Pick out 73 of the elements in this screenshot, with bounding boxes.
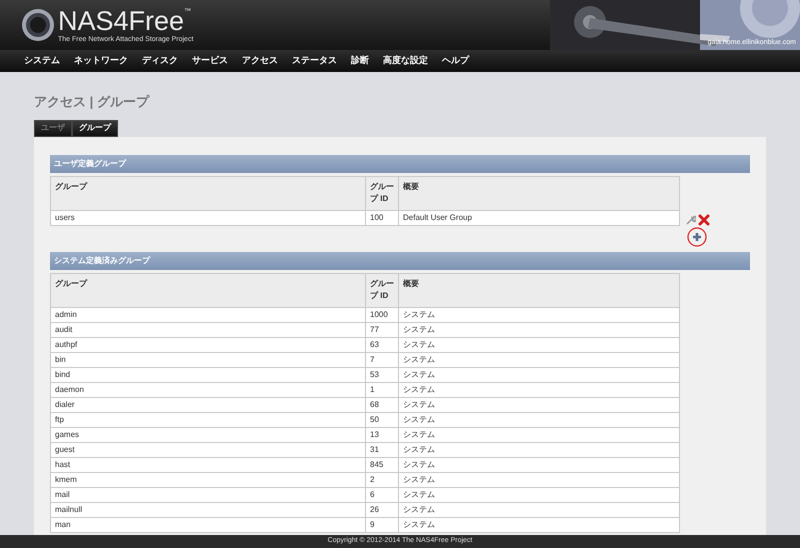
table-cell: 1000: [366, 307, 398, 322]
table-cell: dialer: [50, 397, 366, 412]
nav-item[interactable]: システム: [24, 54, 60, 68]
logo-icon: [20, 7, 56, 43]
table-cell: システム: [398, 412, 680, 427]
nav-item[interactable]: ヘルプ: [442, 54, 469, 68]
column-header: グループ: [50, 273, 366, 307]
table-cell: authpf: [50, 337, 366, 352]
table-cell: 77: [366, 322, 398, 337]
section-header: システム定義済みグループ: [50, 252, 750, 270]
table-cell: 53: [366, 367, 398, 382]
column-header: グループ ID: [366, 273, 398, 307]
nav-item[interactable]: 高度な設定: [383, 54, 428, 68]
table-cell: システム: [398, 457, 680, 472]
table-cell: 845: [366, 457, 398, 472]
table-cell: 63: [366, 337, 398, 352]
table-cell: hast: [50, 457, 366, 472]
table-cell: 7: [366, 352, 398, 367]
table-cell: システム: [398, 487, 680, 502]
table-cell: bin: [50, 352, 366, 367]
nav-item[interactable]: 診断: [351, 54, 369, 68]
table-cell: 9: [366, 517, 398, 532]
table-cell: Default User Group: [398, 210, 680, 225]
table-cell: man: [50, 517, 366, 532]
table-cell: 68: [366, 397, 398, 412]
table-cell: kmem: [50, 472, 366, 487]
column-header: グループ ID: [366, 176, 398, 210]
add-icon[interactable]: [692, 232, 702, 242]
table-cell: mail: [50, 487, 366, 502]
table-cell: システム: [398, 367, 680, 382]
delete-icon[interactable]: [698, 214, 710, 226]
table-cell: システム: [398, 502, 680, 517]
table-cell: システム: [398, 472, 680, 487]
table-cell: guest: [50, 442, 366, 457]
column-header: 概要: [398, 273, 680, 307]
table-cell: システム: [398, 307, 680, 322]
table-cell: admin: [50, 307, 366, 322]
table-cell: システム: [398, 337, 680, 352]
section-header: ユーザ定義グループ: [50, 154, 750, 172]
nav-item[interactable]: ネットワーク: [74, 54, 128, 68]
table-cell: users: [50, 210, 366, 225]
tab[interactable]: グループ: [72, 120, 118, 136]
table-cell: ftp: [50, 412, 366, 427]
table-cell: audit: [50, 322, 366, 337]
table-cell: システム: [398, 382, 680, 397]
table-cell: システム: [398, 517, 680, 532]
table-cell: 26: [366, 502, 398, 517]
table-cell: システム: [398, 442, 680, 457]
table-cell: 100: [366, 210, 398, 225]
highlight-circle: [687, 226, 707, 246]
table-cell: システム: [398, 322, 680, 337]
table-cell: 13: [366, 427, 398, 442]
nav-item[interactable]: サービス: [192, 54, 228, 68]
table-cell: 6: [366, 487, 398, 502]
table-cell: システム: [398, 352, 680, 367]
page-title: アクセス | グループ: [34, 93, 151, 111]
table-cell: bind: [50, 367, 366, 382]
table-cell: 50: [366, 412, 398, 427]
nav-item[interactable]: ディスク: [142, 54, 178, 68]
table-cell: 31: [366, 442, 398, 457]
column-header: 概要: [398, 176, 680, 210]
table-cell: システム: [398, 397, 680, 412]
table-cell: システム: [398, 427, 680, 442]
wrench-icon[interactable]: [686, 214, 696, 224]
table-cell: daemon: [50, 382, 366, 397]
table-cell: 1: [366, 382, 398, 397]
nav-item[interactable]: ステータス: [292, 54, 337, 68]
table-cell: games: [50, 427, 366, 442]
column-header: グループ: [50, 176, 366, 210]
nav-item[interactable]: アクセス: [242, 54, 278, 68]
table-cell: mailnull: [50, 502, 366, 517]
logo-text: NAS4Free: [58, 6, 184, 34]
table-cell: 2: [366, 472, 398, 487]
